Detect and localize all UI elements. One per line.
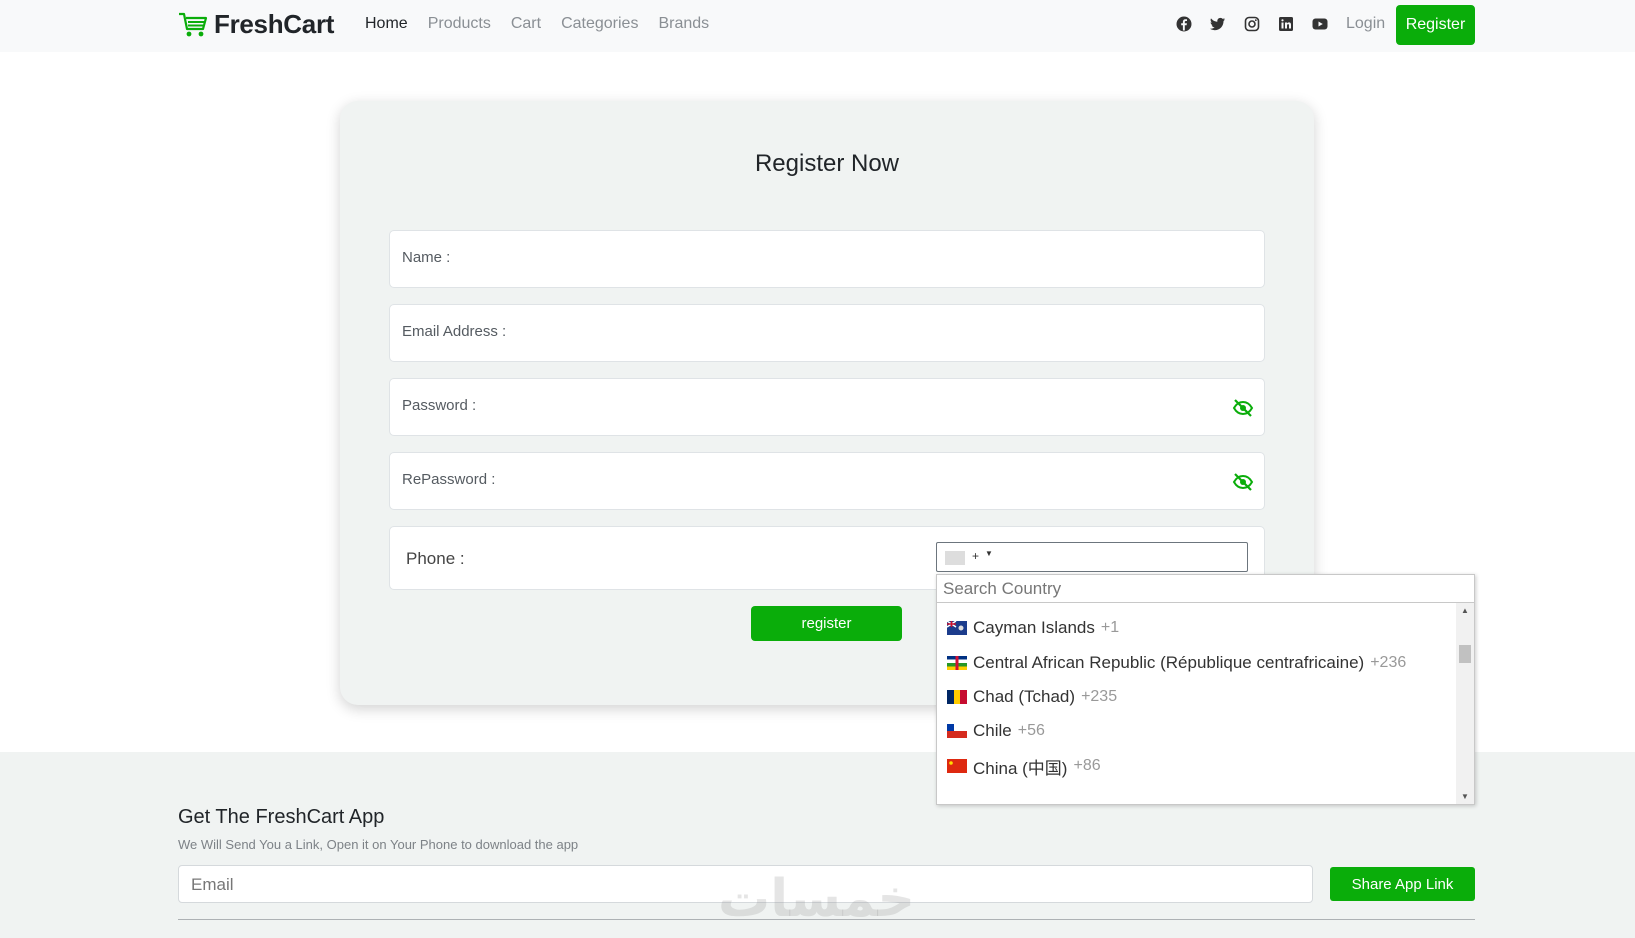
scroll-up-icon[interactable]: ▲ — [1461, 606, 1469, 615]
login-link[interactable]: Login — [1346, 15, 1385, 33]
instagram-icon[interactable] — [1244, 16, 1260, 32]
email-label: Email Address : — [402, 323, 507, 340]
country-name: China (中国) — [973, 758, 1068, 778]
dial-code-prefix: + — [972, 549, 980, 563]
linkedin-icon[interactable] — [1278, 16, 1294, 32]
footer-title: Get The FreshCart App — [178, 806, 385, 828]
password-label: Password : — [402, 397, 477, 414]
name-field[interactable]: Name : — [389, 230, 1265, 288]
country-option[interactable]: Chile +56 — [937, 714, 1455, 748]
country-dropdown: Search Country Cayman Islands +1 Central… — [936, 574, 1475, 805]
share-app-link-button[interactable]: Share App Link — [1330, 867, 1475, 901]
country-name: Central African Republic (République cen… — [973, 653, 1365, 672]
repassword-field[interactable]: RePassword : — [389, 452, 1265, 510]
scroll-down-icon[interactable]: ▼ — [1461, 792, 1469, 801]
country-code: +236 — [1370, 654, 1407, 671]
page-title: Register Now — [754, 150, 900, 177]
scrollbar-thumb[interactable] — [1459, 645, 1471, 663]
watermark: خمسات — [718, 869, 916, 929]
eye-slash-icon[interactable] — [1232, 471, 1254, 493]
flag-cayman-islands-icon — [947, 621, 967, 635]
flag-china-icon — [947, 759, 967, 773]
footer-subtitle: We Will Send You a Link, Open it on Your… — [178, 837, 579, 852]
name-label: Name : — [402, 249, 451, 266]
nav-link-cart[interactable]: Cart — [511, 15, 541, 33]
repassword-label: RePassword : — [402, 471, 496, 488]
brand-name: FreshCart — [214, 9, 335, 39]
country-option[interactable]: Cayman Islands +1 — [937, 611, 1455, 645]
country-code: +1 — [1100, 619, 1120, 636]
country-list: Cayman Islands +1 Central African Republ… — [937, 603, 1455, 804]
flag-central-african-republic-icon — [947, 656, 967, 670]
country-name: Chile — [973, 721, 1012, 740]
country-option[interactable]: Central African Republic (République cen… — [937, 646, 1455, 680]
country-option[interactable]: China (中国) +86 — [937, 749, 1455, 783]
nav-link-products[interactable]: Products — [428, 15, 491, 33]
eye-slash-icon[interactable] — [1232, 397, 1254, 419]
country-name: Cayman Islands — [973, 618, 1095, 637]
navbar: FreshCart Home Products Cart Categories … — [0, 0, 1635, 52]
youtube-icon[interactable] — [1312, 16, 1328, 32]
country-flag-placeholder[interactable] — [945, 551, 965, 565]
flag-chile-icon — [947, 724, 967, 738]
email-field[interactable]: Email Address : — [389, 304, 1265, 362]
social-links — [1176, 16, 1328, 32]
nav-link-brands[interactable]: Brands — [658, 15, 709, 33]
register-submit-button[interactable]: register — [751, 606, 902, 641]
nav-links: Home Products Cart Categories Brands — [365, 15, 709, 33]
brand-logo[interactable]: FreshCart — [178, 9, 334, 40]
country-search-input[interactable]: Search Country — [937, 575, 1474, 603]
country-option[interactable]: Chad (Tchad) +235 — [937, 680, 1455, 714]
cart-logo-icon — [179, 12, 208, 36]
nav-link-home[interactable]: Home — [365, 15, 408, 33]
country-name: Chad (Tchad) — [973, 687, 1076, 706]
flag-chad-icon — [947, 690, 967, 704]
password-field[interactable]: Password : — [389, 378, 1265, 436]
register-nav-button[interactable]: Register — [1396, 5, 1475, 45]
footer-divider — [178, 919, 1475, 920]
phone-input[interactable]: + ▼ — [936, 542, 1248, 572]
chevron-down-icon[interactable]: ▼ — [985, 549, 993, 558]
dropdown-scrollbar[interactable]: ▲ ▼ — [1456, 603, 1474, 804]
country-code: +235 — [1081, 688, 1118, 705]
facebook-icon[interactable] — [1176, 16, 1192, 32]
twitter-icon[interactable] — [1210, 16, 1226, 32]
phone-label: Phone : — [406, 549, 465, 568]
country-code: +56 — [1017, 722, 1045, 739]
nav-link-categories[interactable]: Categories — [561, 15, 638, 33]
country-code: +86 — [1073, 757, 1101, 774]
